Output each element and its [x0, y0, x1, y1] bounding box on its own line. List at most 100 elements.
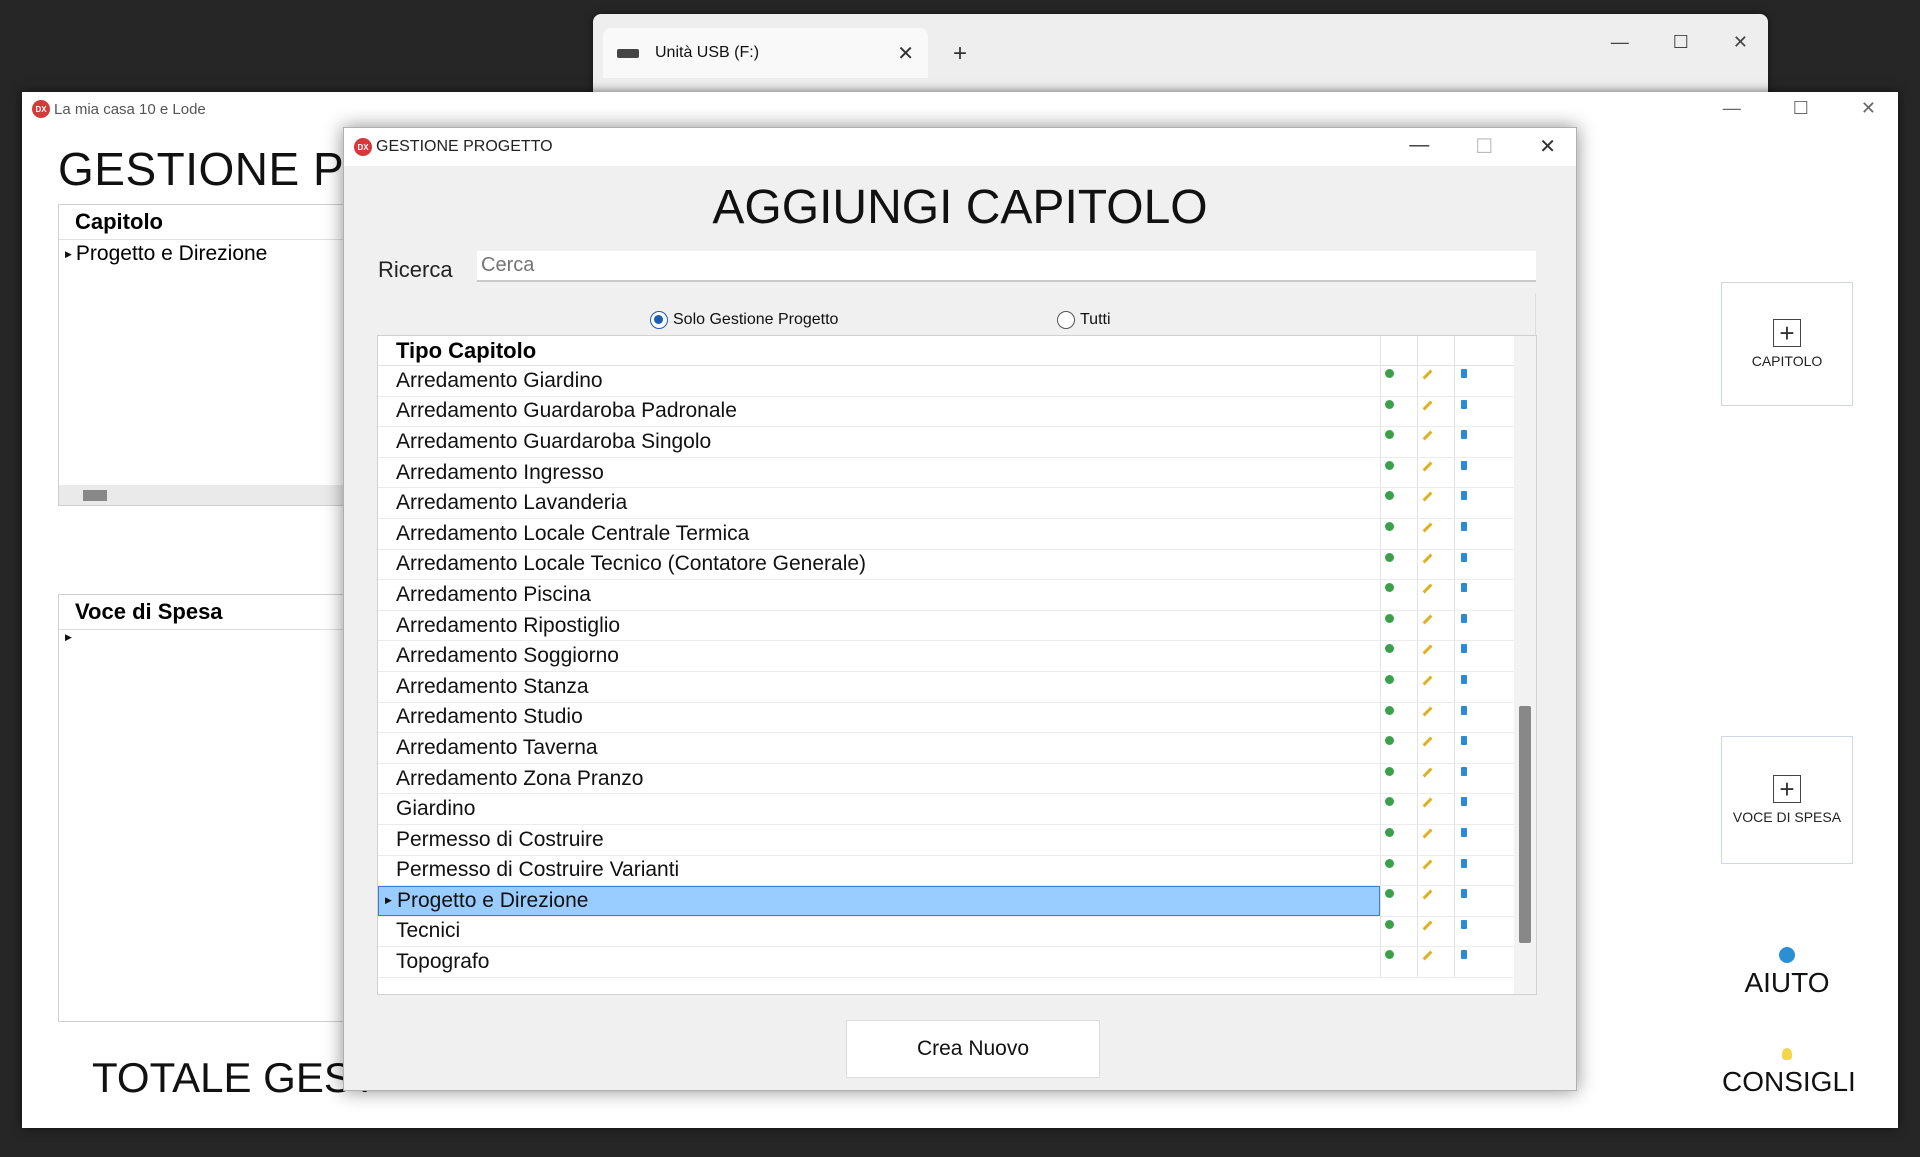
- check-action[interactable]: [1380, 824, 1417, 855]
- table-row[interactable]: Arredamento Locale Centrale Termica: [378, 518, 1536, 550]
- edit-action[interactable]: [1417, 396, 1454, 427]
- add-voce-button[interactable]: + VOCE DI SPESA: [1721, 736, 1853, 864]
- tipo-capitolo-cell[interactable]: Arredamento Soggiorno: [378, 641, 1380, 671]
- minimize-button[interactable]: —: [1723, 98, 1741, 119]
- check-action[interactable]: [1380, 396, 1417, 427]
- delete-action[interactable]: [1454, 947, 1491, 977]
- delete-action[interactable]: [1454, 488, 1491, 518]
- check-action[interactable]: [1380, 610, 1417, 641]
- check-action[interactable]: [1380, 549, 1417, 580]
- close-button[interactable]: ✕: [1539, 134, 1556, 159]
- table-row[interactable]: Arredamento Ingresso: [378, 457, 1536, 489]
- tipo-capitolo-cell[interactable]: ▶ Progetto e Direzione: [378, 886, 1380, 916]
- scrollbar-thumb[interactable]: [1519, 706, 1531, 943]
- aiuto-button[interactable]: AIUTO: [1722, 947, 1852, 999]
- table-row[interactable]: Topografo: [378, 947, 1536, 978]
- edit-action[interactable]: [1417, 580, 1454, 610]
- tipo-capitolo-cell[interactable]: Arredamento Stanza: [378, 672, 1380, 702]
- tipo-capitolo-cell[interactable]: Arredamento Locale Tecnico (Contatore Ge…: [378, 550, 1380, 580]
- delete-action[interactable]: [1454, 549, 1491, 580]
- minimize-button[interactable]: —: [1611, 32, 1629, 53]
- edit-action[interactable]: [1417, 733, 1454, 763]
- delete-action[interactable]: [1454, 916, 1491, 947]
- check-action[interactable]: [1380, 886, 1417, 916]
- edit-action[interactable]: [1417, 671, 1454, 702]
- check-action[interactable]: [1380, 427, 1417, 457]
- table-row[interactable]: Arredamento Studio: [378, 702, 1536, 734]
- tipo-capitolo-cell[interactable]: Arredamento Ingresso: [378, 458, 1380, 488]
- delete-action[interactable]: [1454, 396, 1491, 427]
- table-row[interactable]: Permesso di Costruire: [378, 824, 1536, 856]
- check-action[interactable]: [1380, 488, 1417, 518]
- check-action[interactable]: [1380, 947, 1417, 977]
- edit-action[interactable]: [1417, 610, 1454, 641]
- radio-solo-gestione[interactable]: Solo Gestione Progetto: [650, 311, 838, 329]
- consigli-button[interactable]: CONSIGLI: [1722, 1048, 1856, 1098]
- table-row[interactable]: Permesso di Costruire Varianti: [378, 855, 1536, 887]
- delete-action[interactable]: [1454, 733, 1491, 763]
- tipo-capitolo-cell[interactable]: Giardino: [378, 794, 1380, 824]
- delete-action[interactable]: [1454, 610, 1491, 641]
- scrollbar-thumb[interactable]: [83, 490, 107, 501]
- table-row[interactable]: Arredamento Guardaroba Singolo: [378, 427, 1536, 458]
- edit-action[interactable]: [1417, 824, 1454, 855]
- delete-action[interactable]: [1454, 824, 1491, 855]
- table-row[interactable]: Arredamento Taverna: [378, 733, 1536, 764]
- check-action[interactable]: [1380, 671, 1417, 702]
- check-action[interactable]: [1380, 457, 1417, 488]
- tipo-capitolo-cell[interactable]: Tecnici: [378, 917, 1380, 947]
- crea-nuovo-button[interactable]: Crea Nuovo: [846, 1020, 1100, 1078]
- edit-action[interactable]: [1417, 427, 1454, 457]
- table-row[interactable]: Arredamento Giardino: [378, 366, 1536, 397]
- table-row[interactable]: Giardino: [378, 794, 1536, 825]
- table-row[interactable]: Arredamento Guardaroba Padronale: [378, 396, 1536, 428]
- tipo-capitolo-cell[interactable]: Topografo: [378, 947, 1380, 977]
- table-row[interactable]: Arredamento Zona Pranzo: [378, 763, 1536, 795]
- delete-action[interactable]: [1454, 518, 1491, 549]
- tipo-capitolo-cell[interactable]: Permesso di Costruire Varianti: [378, 856, 1380, 886]
- tipo-capitolo-cell[interactable]: Arredamento Taverna: [378, 733, 1380, 763]
- table-row[interactable]: Arredamento Lavanderia: [378, 488, 1536, 519]
- table-row[interactable]: Tecnici: [378, 916, 1536, 948]
- tipo-capitolo-cell[interactable]: Arredamento Piscina: [378, 580, 1380, 610]
- check-action[interactable]: [1380, 855, 1417, 886]
- tipo-capitolo-cell[interactable]: Arredamento Studio: [378, 703, 1380, 733]
- check-action[interactable]: [1380, 763, 1417, 794]
- search-input[interactable]: [477, 251, 1536, 282]
- tipo-capitolo-cell[interactable]: Arredamento Zona Pranzo: [378, 764, 1380, 794]
- radio-tutti[interactable]: Tutti: [1057, 311, 1111, 329]
- tipo-capitolo-cell[interactable]: Arredamento Guardaroba Singolo: [378, 427, 1380, 457]
- edit-action[interactable]: [1417, 457, 1454, 488]
- maximize-button[interactable]: ☐: [1673, 32, 1689, 53]
- edit-action[interactable]: [1417, 855, 1454, 886]
- check-action[interactable]: [1380, 916, 1417, 947]
- tipo-capitolo-cell[interactable]: Arredamento Lavanderia: [378, 488, 1380, 518]
- table-row[interactable]: Arredamento Soggiorno: [378, 641, 1536, 672]
- delete-action[interactable]: [1454, 366, 1491, 396]
- edit-action[interactable]: [1417, 763, 1454, 794]
- edit-action[interactable]: [1417, 488, 1454, 518]
- table-row[interactable]: ▶ Progetto e Direzione: [378, 886, 1536, 917]
- check-action[interactable]: [1380, 794, 1417, 824]
- add-capitolo-button[interactable]: + CAPITOLO: [1721, 282, 1853, 406]
- edit-action[interactable]: [1417, 549, 1454, 580]
- table-row[interactable]: Arredamento Piscina: [378, 580, 1536, 611]
- edit-action[interactable]: [1417, 916, 1454, 947]
- tipo-capitolo-cell[interactable]: Arredamento Giardino: [378, 366, 1380, 396]
- delete-action[interactable]: [1454, 427, 1491, 457]
- edit-action[interactable]: [1417, 886, 1454, 916]
- vertical-scrollbar[interactable]: [1514, 336, 1536, 994]
- edit-action[interactable]: [1417, 641, 1454, 671]
- tipo-capitolo-grid[interactable]: Tipo Capitolo Arredamento Giardino Arreda…: [377, 335, 1537, 995]
- close-button[interactable]: ✕: [1861, 98, 1876, 119]
- check-action[interactable]: [1380, 733, 1417, 763]
- check-action[interactable]: [1380, 366, 1417, 396]
- edit-action[interactable]: [1417, 518, 1454, 549]
- edit-action[interactable]: [1417, 794, 1454, 824]
- edit-action[interactable]: [1417, 947, 1454, 977]
- delete-action[interactable]: [1454, 763, 1491, 794]
- tipo-capitolo-cell[interactable]: Permesso di Costruire: [378, 825, 1380, 855]
- table-row[interactable]: Arredamento Ripostiglio: [378, 610, 1536, 642]
- delete-action[interactable]: [1454, 580, 1491, 610]
- table-row[interactable]: Arredamento Stanza: [378, 671, 1536, 703]
